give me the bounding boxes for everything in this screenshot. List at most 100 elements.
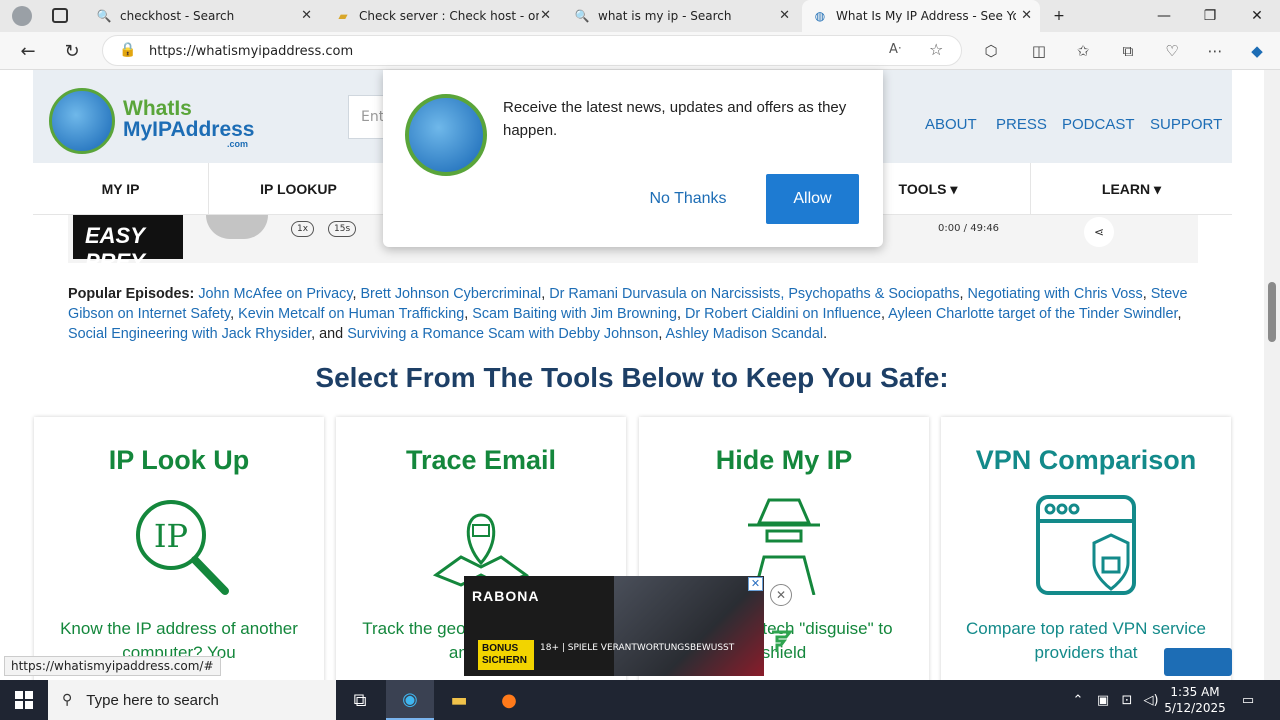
notifications-icon[interactable]: ▭ bbox=[1236, 680, 1260, 720]
taskbar-search-box[interactable]: ⚲ Type here to search bbox=[48, 680, 336, 720]
lock-icon: 🔒 bbox=[119, 42, 137, 58]
card-title: Trace Email bbox=[405, 445, 557, 475]
tool-card-ip-lookup[interactable]: IP Look Up IP Know the IP address of ano… bbox=[34, 417, 324, 680]
favorite-star-icon[interactable]: ☆ bbox=[929, 40, 943, 59]
close-window-button[interactable]: ✕ bbox=[1234, 0, 1280, 32]
extensions-icon[interactable]: ⬡ bbox=[980, 40, 1002, 62]
url-field[interactable]: 🔒 https://whatismyipaddress.com Aᐧ ☆ bbox=[102, 35, 962, 66]
episode-link[interactable]: John McAfee on Privacy bbox=[198, 286, 352, 302]
page-scrollbar[interactable] bbox=[1264, 70, 1280, 680]
tab-checkhost-search[interactable]: 🔍 checkhost - Search ✕ bbox=[86, 0, 320, 32]
tab-whatismyipaddress[interactable]: ◍ What Is My IP Address - See Your ✕ bbox=[802, 0, 1040, 32]
back-button[interactable]: ← bbox=[14, 38, 42, 64]
episode-link[interactable]: Social Engineering with Jack Rhysider bbox=[68, 326, 311, 342]
nav-my-ip[interactable]: MY IP bbox=[33, 163, 209, 215]
tab-actions-icon[interactable] bbox=[52, 8, 68, 23]
episode-link[interactable]: Brett Johnson Cybercriminal bbox=[360, 286, 541, 302]
scrollbar-thumb[interactable] bbox=[1268, 282, 1276, 342]
ad-brand: RABONA bbox=[472, 588, 540, 604]
clock-time: 1:35 AM bbox=[1170, 685, 1220, 699]
refresh-button[interactable]: ↻ bbox=[58, 38, 86, 64]
tools-heading: Select From The Tools Below to Keep You … bbox=[315, 362, 949, 393]
start-button[interactable] bbox=[0, 680, 48, 720]
tool-card-vpn-comparison[interactable]: VPN Comparison Compare top rated VPN ser… bbox=[941, 417, 1231, 680]
allow-button[interactable]: Allow bbox=[766, 174, 859, 224]
firefox-icon[interactable]: ● bbox=[485, 680, 533, 720]
collections-icon[interactable]: ⧉ bbox=[1117, 40, 1139, 62]
episode-link[interactable]: Ashley Madison Scandal bbox=[666, 326, 824, 342]
ad-close-button[interactable]: ✕ bbox=[770, 584, 792, 606]
no-thanks-button[interactable]: No Thanks bbox=[638, 174, 738, 224]
logo-line-2: MyIPAddress bbox=[123, 118, 255, 141]
notification-prompt: Receive the latest news, updates and off… bbox=[383, 70, 883, 247]
advertisement-banner[interactable]: RABONA BONUS SICHERN 18+ | SPIELE VERANT… bbox=[464, 576, 764, 676]
play-button[interactable] bbox=[206, 215, 268, 239]
prompt-message: Receive the latest news, updates and off… bbox=[503, 99, 847, 139]
file-explorer-icon[interactable]: ▬ bbox=[435, 680, 483, 720]
tab-label: What Is My IP Address - See Your bbox=[836, 9, 1016, 23]
episode-link[interactable]: Kevin Metcalf on Human Trafficking bbox=[238, 306, 464, 322]
search-icon: ⚲ bbox=[62, 692, 73, 708]
close-icon[interactable]: ✕ bbox=[779, 8, 790, 23]
episode-link[interactable]: Dr Robert Cialdini on Influence bbox=[685, 306, 881, 322]
windows-taskbar: ⚲ Type here to search ⧉ ◉ ▬ ● ⌃ ▣ ⊡ ◁) 1… bbox=[0, 680, 1280, 720]
time-current: 0:00 bbox=[938, 223, 961, 234]
copilot-icon[interactable]: ◆ bbox=[1246, 40, 1268, 62]
ad-bonus-badge: BONUS SICHERN bbox=[478, 640, 534, 670]
episode-link[interactable]: Surviving a Romance Scam with Debby John… bbox=[347, 326, 658, 342]
magnifier-ip-icon: IP bbox=[136, 500, 229, 595]
site-logo-globe-icon[interactable] bbox=[49, 88, 115, 154]
ad-choices-close-icon[interactable]: ✕ bbox=[748, 577, 763, 591]
speed-button[interactable]: 1x bbox=[291, 221, 315, 237]
address-bar-row: ← ↻ 🔒 https://whatismyipaddress.com Aᐧ ☆… bbox=[0, 32, 1280, 70]
split-screen-icon[interactable]: ◫ bbox=[1028, 40, 1050, 62]
podcast-artwork: EASY PREY bbox=[73, 215, 183, 274]
profile-avatar[interactable] bbox=[12, 6, 32, 26]
svg-text:IP: IP bbox=[154, 517, 188, 555]
screen: 🔍 checkhost - Search ✕ ▰ Check server : … bbox=[0, 0, 1280, 720]
nav-learn[interactable]: LEARN ▾ bbox=[1031, 163, 1232, 215]
tab-label: what is my ip - Search bbox=[598, 9, 732, 23]
close-icon[interactable]: ✕ bbox=[301, 8, 312, 23]
edge-browser-icon[interactable]: ◉ bbox=[386, 680, 434, 720]
card-title: VPN Comparison bbox=[975, 445, 1197, 475]
episode-link[interactable]: Negotiating with Chris Voss bbox=[968, 286, 1143, 302]
episode-link[interactable]: Dr Ramani Durvasula on Narcissists, Psyc… bbox=[549, 286, 959, 302]
episode-link[interactable]: Ayleen Charlotte target of the Tinder Sw… bbox=[888, 306, 1177, 322]
favorites-icon[interactable]: ✩ bbox=[1072, 40, 1094, 62]
task-view-icon[interactable]: ⧉ bbox=[336, 680, 384, 720]
taskbar-clock[interactable]: 1:35 AM 5/12/2025 bbox=[1160, 684, 1230, 716]
tab-what-is-my-ip-search[interactable]: 🔍 what is my ip - Search ✕ bbox=[564, 0, 798, 32]
feedback-button[interactable] bbox=[1164, 648, 1232, 676]
tab-check-server[interactable]: ▰ Check server : Check host - onlin ✕ bbox=[325, 0, 559, 32]
rewind-button[interactable]: 15s bbox=[328, 221, 357, 237]
logo-line-3: .com bbox=[227, 139, 249, 149]
nav-ip-lookup[interactable]: IP LOOKUP bbox=[209, 163, 389, 215]
time-total: 49:46 bbox=[970, 223, 1000, 234]
volume-icon[interactable]: ◁) bbox=[1140, 680, 1162, 720]
more-menu-icon[interactable]: ⋯ bbox=[1204, 40, 1226, 62]
logo-line-1: WhatIs bbox=[123, 97, 192, 120]
restore-button[interactable]: ❐ bbox=[1187, 0, 1233, 32]
link-press[interactable]: PRESS bbox=[996, 116, 1047, 133]
site-search-input[interactable]: Ent bbox=[348, 95, 388, 139]
network-icon[interactable]: ⊡ bbox=[1116, 680, 1138, 720]
tray-device-icon[interactable]: ▣ bbox=[1092, 680, 1114, 720]
episodes-label: Popular Episodes: bbox=[68, 286, 195, 302]
minimize-button[interactable]: — bbox=[1141, 0, 1187, 32]
tab-bar: 🔍 checkhost - Search ✕ ▰ Check server : … bbox=[0, 0, 1280, 32]
close-icon[interactable]: ✕ bbox=[1021, 8, 1032, 23]
new-tab-button[interactable]: + bbox=[1036, 0, 1082, 32]
folder-icon: ▰ bbox=[338, 9, 348, 23]
close-icon[interactable]: ✕ bbox=[540, 8, 551, 23]
share-icon[interactable]: ⋖ bbox=[1084, 217, 1114, 247]
ad-provider-leaf-icon[interactable] bbox=[768, 628, 794, 654]
link-support[interactable]: SUPPORT bbox=[1150, 116, 1222, 133]
browser-essentials-icon[interactable]: ♡ bbox=[1161, 40, 1183, 62]
read-aloud-icon[interactable]: Aᐧ bbox=[889, 42, 901, 57]
link-about[interactable]: ABOUT bbox=[925, 116, 977, 133]
link-podcast[interactable]: PODCAST bbox=[1062, 116, 1135, 133]
episode-link[interactable]: Scam Baiting with Jim Browning bbox=[472, 306, 677, 322]
tray-overflow-chevron-icon[interactable]: ⌃ bbox=[1068, 680, 1088, 720]
site-logo[interactable]: WhatIs MyIPAddress .com bbox=[123, 98, 255, 149]
